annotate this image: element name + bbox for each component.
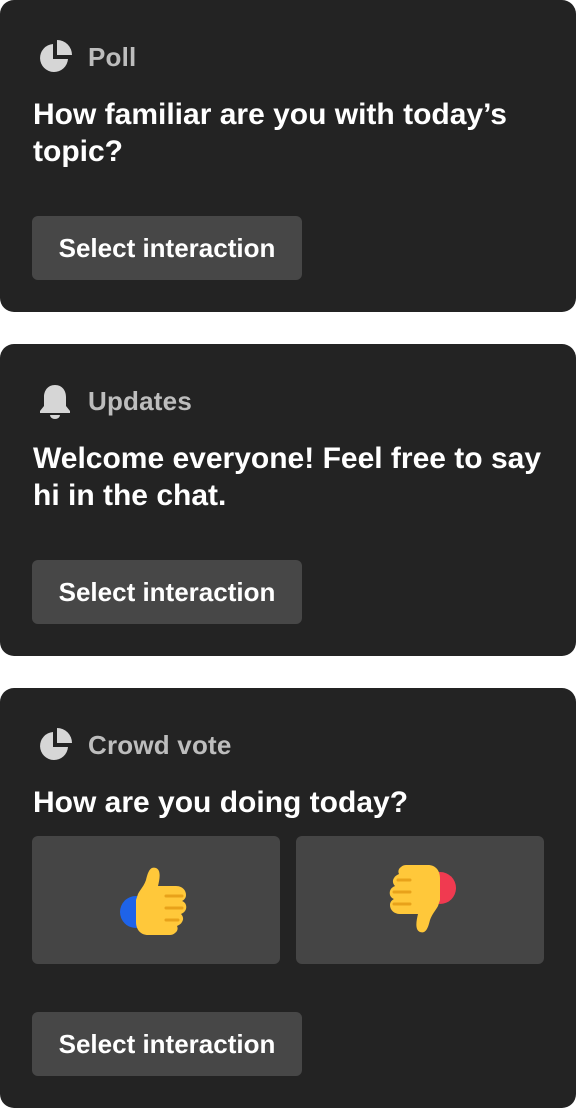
question-text: How are you doing today? xyxy=(33,786,409,819)
select-interaction-button[interactable]: Select interaction xyxy=(32,216,302,280)
select-interaction-button[interactable]: Select interaction xyxy=(32,560,302,624)
card-header: Updates xyxy=(36,382,192,420)
card-type-label: Crowd vote xyxy=(88,729,232,760)
select-interaction-button[interactable]: Select interaction xyxy=(32,1012,302,1076)
crowd-vote-card: Crowd vote How are you doing today? Sele… xyxy=(0,688,576,1108)
card-header: Crowd vote xyxy=(36,726,232,764)
pie-chart-icon xyxy=(36,726,74,764)
update-message-text: Welcome everyone! Feel free to say hi in… xyxy=(33,442,542,512)
card-type-label: Poll xyxy=(88,41,137,72)
card-type-label: Updates xyxy=(88,385,192,416)
thumbs-down-option[interactable] xyxy=(296,836,544,964)
thumbs-up-icon xyxy=(116,860,196,940)
pie-chart-icon xyxy=(36,38,74,76)
bell-icon xyxy=(36,382,74,420)
question-text: How familiar are you with today’s topic? xyxy=(33,98,507,168)
card-header: Poll xyxy=(36,38,136,76)
thumbs-up-option[interactable] xyxy=(32,836,280,964)
poll-card: Poll How familiar are you with today’s t… xyxy=(0,0,576,312)
updates-card: Updates Welcome everyone! Feel free to s… xyxy=(0,344,576,656)
thumbs-down-icon xyxy=(380,860,460,940)
